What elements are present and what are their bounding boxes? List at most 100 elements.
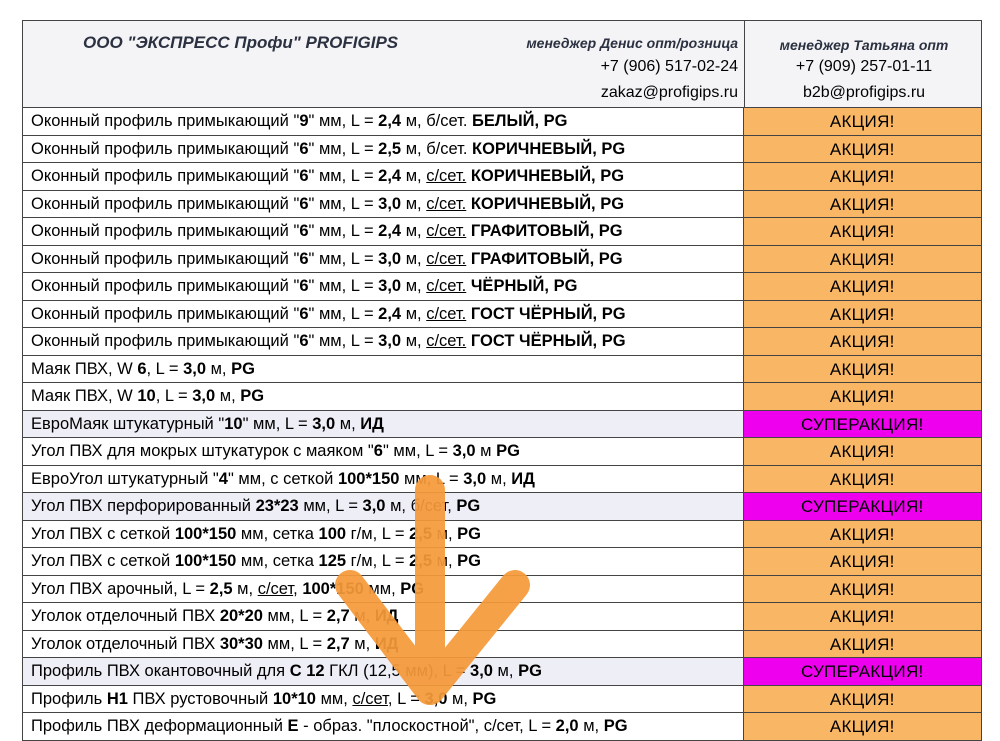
product-name-part: м, <box>432 524 458 543</box>
company-name: ООО "ЭКСПРЕСС Профи" PROFIGIPS <box>83 33 399 52</box>
product-name-part: 100 <box>318 524 347 543</box>
product-name-part: 3,0 <box>452 442 476 460</box>
product-name: Оконный профиль примыкающий "6" мм, L = … <box>23 245 744 272</box>
product-name-part: м <box>475 442 497 460</box>
product-name-part: Угол ПВХ с сеткой <box>31 524 175 543</box>
product-name-part: Оконный профиль примыкающий " <box>31 277 300 295</box>
product-name-part: БЕЛЫЙ, PG <box>472 112 568 130</box>
table-row: Угол ПВХ арочный, L = 2,5 м, с/сет, 100*… <box>22 575 982 603</box>
product-name-part: 2,0 <box>555 717 579 735</box>
product-name-part: м, <box>401 222 427 240</box>
product-name-part: " мм, L = <box>308 112 379 130</box>
product-name-part: с/сет. <box>426 222 467 240</box>
product-name-part: м, <box>486 469 512 488</box>
product-name-part: г/м, L = <box>346 552 410 570</box>
product-name-part: 100*150 <box>174 524 237 543</box>
promo-badge: АКЦИЯ! <box>743 218 981 245</box>
product-name-part: " мм, L = <box>308 304 379 323</box>
table-row: Оконный профиль примыкающий "6" мм, L = … <box>22 135 982 163</box>
manager-2-title: менеджер Татьяна опт <box>779 37 949 53</box>
product-name-part: с/сет. <box>426 249 467 268</box>
product-name-part: 3,0 <box>192 387 216 405</box>
product-name-part: 30*30 <box>219 634 263 653</box>
product-name-part: КОРИЧНЕВЫЙ, PG <box>470 167 625 185</box>
product-name-part: м, <box>401 249 427 268</box>
product-name-part: 3,0 <box>470 662 493 680</box>
product-name-part: мм, <box>363 579 401 598</box>
product-name-part: с/сет <box>352 689 388 708</box>
product-name-part: КОРИЧНЕВЫЙ, PG <box>472 139 626 158</box>
product-name-part: м, <box>349 607 375 625</box>
superpromo-badge: СУПЕРАКЦИЯ! <box>743 410 981 437</box>
product-name-part: 2,5 <box>409 524 433 543</box>
product-name-part: , L = <box>387 689 425 708</box>
product-name: ЕвроМаяк штукатурный "10" мм, L = 3,0 м,… <box>23 410 744 437</box>
product-name-part: 4 <box>218 469 228 488</box>
table-row: Уголок отделочный ПВХ 20*20 мм, L = 2,7 … <box>22 603 982 631</box>
product-name-part: мм, L = <box>399 469 464 488</box>
product-name-part: м, <box>401 332 427 350</box>
header-left-cell: ООО "ЭКСПРЕСС Профи" PROFIGIPS менеджер … <box>23 21 745 107</box>
product-name-part: мм, L = <box>262 607 327 625</box>
product-name-part: Угол ПВХ для мокрых штукатурок с маяком … <box>31 442 374 460</box>
table-row: Угол ПВХ перфорированный 23*23 мм, L = 3… <box>22 493 982 521</box>
price-sheet: ООО "ЭКСПРЕСС Профи" PROFIGIPS менеджер … <box>22 20 982 741</box>
product-name-part: 6 <box>373 442 383 460</box>
product-list: Оконный профиль примыкающий "9" мм, L = … <box>22 108 982 741</box>
product-name-part: м, <box>401 304 427 323</box>
product-name-part: 9 <box>299 112 309 130</box>
product-name-part: м, <box>401 277 427 295</box>
product-name-part: г/м, L = <box>346 524 410 543</box>
manager-2-email: b2b@profigips.ru <box>802 84 926 101</box>
product-name-part: 6 <box>299 332 309 350</box>
promo-badge: АКЦИЯ! <box>743 520 981 547</box>
product-name-part: ЧЁРНЫЙ, PG <box>470 277 578 295</box>
product-name-part: Уголок отделочный ПВХ <box>31 634 220 653</box>
table-row: ЕвроМаяк штукатурный "10" мм, L = 3,0 м,… <box>22 410 982 438</box>
promo-badge: АКЦИЯ! <box>743 713 981 740</box>
manager-1-phone: +7 (906) 517-02-24 <box>600 58 738 75</box>
table-row: Профиль ПВХ окантовочный для С 12 ГКЛ (1… <box>22 658 982 686</box>
product-name: Оконный профиль примыкающий "6" мм, L = … <box>23 300 744 327</box>
product-name-part: Оконный профиль примыкающий " <box>31 332 300 350</box>
product-name: Оконный профиль примыкающий "6" мм, L = … <box>23 273 744 300</box>
product-name-part: м, <box>578 717 604 735</box>
product-name-part: с/сет. <box>426 332 467 350</box>
product-name-part: PG <box>457 524 482 543</box>
table-row: Оконный профиль примыкающий "9" мм, L = … <box>22 108 982 136</box>
product-name-part: ГКЛ (12,5 мм), L = <box>324 662 471 680</box>
product-name-part: м, б/сет, <box>385 497 457 515</box>
product-name-part: Профиль <box>31 689 107 708</box>
product-name-part: PG <box>240 387 265 405</box>
product-name-part: КОРИЧНЕВЫЙ, PG <box>470 194 625 213</box>
product-name-part: " мм, L = <box>308 167 379 185</box>
product-name-part: 125 <box>318 552 347 570</box>
product-name-part: 2,4 <box>378 167 402 185</box>
product-name-part: , L = <box>146 359 184 378</box>
product-name: Угол ПВХ арочный, L = 2,5 м, с/сет, 100*… <box>23 575 744 602</box>
manager-1-email: zakaz@profigips.ru <box>600 84 738 101</box>
table-row: Оконный профиль примыкающий "6" мм, L = … <box>22 163 982 191</box>
product-name-part: 10 <box>137 387 156 405</box>
promo-badge: АКЦИЯ! <box>743 273 981 300</box>
product-name-part: 2,4 <box>378 304 402 323</box>
product-name-part: Профиль ПВХ окантовочный для <box>31 662 290 680</box>
product-name-part: ГОСТ ЧЁРНЫЙ, PG <box>470 332 626 350</box>
product-name-part: Уголок отделочный ПВХ <box>31 607 220 625</box>
table-row: Оконный профиль примыкающий "6" мм, L = … <box>22 300 982 328</box>
product-name: Оконный профиль примыкающий "6" мм, L = … <box>23 163 744 190</box>
table-row: Оконный профиль примыкающий "6" мм, L = … <box>22 328 982 356</box>
product-name-part: 6 <box>299 222 309 240</box>
product-name-part: мм, сетка <box>236 552 319 570</box>
table-row: Угол ПВХ с сеткой 100*150 мм, сетка 125 … <box>22 548 982 576</box>
product-name-part: 100*150 <box>174 552 237 570</box>
table-row: Угол ПВХ для мокрых штукатурок с маяком … <box>22 438 982 466</box>
product-name: Угол ПВХ с сеткой 100*150 мм, сетка 125 … <box>23 548 744 575</box>
product-name-part: мм, <box>316 689 353 708</box>
product-name-part: 3,0 <box>378 332 402 350</box>
product-name-part: 3,0 <box>362 497 386 515</box>
product-name-part: ГРАФИТОВЫЙ, PG <box>470 249 623 268</box>
header-right-cell: менеджер Татьяна опт +7 (909) 257-01-11 … <box>745 21 983 107</box>
superpromo-badge: СУПЕРАКЦИЯ! <box>743 493 981 520</box>
promo-badge: АКЦИЯ! <box>743 603 981 630</box>
